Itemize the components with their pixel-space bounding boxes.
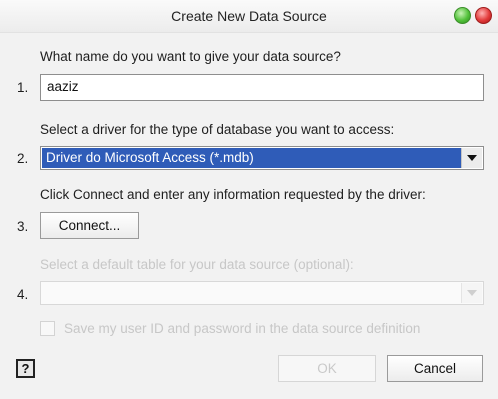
- connect-button[interactable]: Connect...: [40, 212, 139, 239]
- chevron-down-icon[interactable]: [461, 148, 482, 168]
- default-table-select[interactable]: [40, 281, 484, 305]
- driver-select-value: Driver do Microsoft Access (*.mdb): [42, 148, 461, 168]
- create-data-source-dialog: Create New Data Source What name do you …: [0, 0, 498, 399]
- step-number-2: 2.: [17, 151, 29, 166]
- driver-prompt: Select a driver for the type of database…: [40, 122, 395, 137]
- step-number-4: 4.: [17, 287, 29, 302]
- data-source-name-input[interactable]: aaziz: [40, 74, 484, 101]
- zoom-window-button[interactable]: [454, 7, 471, 24]
- connect-prompt: Click Connect and enter any information …: [40, 187, 426, 202]
- chevron-down-icon[interactable]: [461, 283, 482, 303]
- step-number-3: 3.: [17, 219, 29, 234]
- cancel-button[interactable]: Cancel: [387, 355, 483, 382]
- save-credentials-label: Save my user ID and password in the data…: [64, 321, 421, 336]
- title-bar[interactable]: Create New Data Source: [0, 0, 498, 33]
- default-table-prompt: Select a default table for your data sou…: [40, 257, 354, 272]
- help-icon[interactable]: ?: [16, 359, 35, 378]
- save-credentials-checkbox[interactable]: [40, 321, 55, 336]
- driver-select[interactable]: Driver do Microsoft Access (*.mdb): [40, 146, 484, 170]
- step-number-1: 1.: [17, 80, 29, 95]
- ok-button[interactable]: OK: [278, 355, 376, 382]
- data-source-name-prompt: What name do you want to give your data …: [40, 49, 341, 64]
- window-title: Create New Data Source: [171, 8, 327, 24]
- close-window-button[interactable]: [475, 7, 492, 24]
